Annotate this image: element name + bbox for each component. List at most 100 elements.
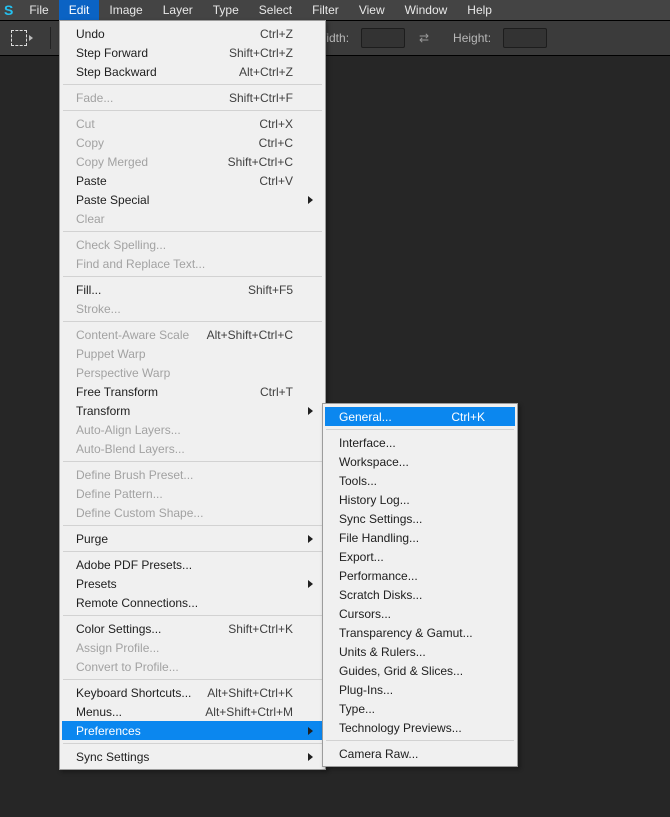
menu-item-label: Export... <box>339 550 384 564</box>
menu-item-label: Auto-Blend Layers... <box>76 442 185 456</box>
edit-dropdown-item-copy-merged: Copy MergedShift+Ctrl+C <box>62 152 323 171</box>
edit-dropdown-item-auto-align-layers: Auto-Align Layers... <box>62 420 323 439</box>
edit-dropdown-item-color-settings[interactable]: Color Settings...Shift+Ctrl+K <box>62 619 323 638</box>
edit-dropdown-item-step-forward[interactable]: Step Forward Shift+Ctrl+Z <box>62 43 323 62</box>
edit-dropdown-item-keyboard-shortcuts[interactable]: Keyboard Shortcuts...Alt+Shift+Ctrl+K <box>62 683 323 702</box>
preferences-submenu-item-history-log[interactable]: History Log... <box>325 490 515 509</box>
edit-dropdown-item-define-custom-shape: Define Custom Shape... <box>62 503 323 522</box>
menu-item-label: Define Pattern... <box>76 487 163 501</box>
chevron-right-icon <box>308 407 313 415</box>
edit-dropdown-item-paste[interactable]: PasteCtrl+V <box>62 171 323 190</box>
chevron-right-icon <box>308 727 313 735</box>
menu-item-label: Paste <box>76 174 107 188</box>
menu-item-label: General... <box>339 410 392 424</box>
edit-dropdown-item-preferences[interactable]: Preferences <box>62 721 323 740</box>
menu-item-label: Define Brush Preset... <box>76 468 193 482</box>
edit-dropdown-item-sync-settings[interactable]: Sync Settings <box>62 747 323 766</box>
preferences-submenu-item-performance[interactable]: Performance... <box>325 566 515 585</box>
preferences-submenu-item-cursors[interactable]: Cursors... <box>325 604 515 623</box>
menu-item-shortcut: Shift+Ctrl+Z <box>229 46 293 60</box>
edit-dropdown-item-fill[interactable]: Fill...Shift+F5 <box>62 280 323 299</box>
menu-filter[interactable]: Filter <box>302 0 349 20</box>
menu-item-label: Undo <box>76 27 105 41</box>
preferences-submenu-item-type[interactable]: Type... <box>325 699 515 718</box>
edit-dropdown-item-menus[interactable]: Menus...Alt+Shift+Ctrl+M <box>62 702 323 721</box>
menu-item-label: History Log... <box>339 493 410 507</box>
menu-item-label: Fill... <box>76 283 101 297</box>
menu-item-label: Menus... <box>76 705 122 719</box>
tool-marquee[interactable] <box>4 23 40 53</box>
menu-type[interactable]: Type <box>203 0 249 20</box>
edit-dropdown-item-convert-to-profile: Convert to Profile... <box>62 657 323 676</box>
menu-layer[interactable]: Layer <box>153 0 203 20</box>
height-input[interactable] <box>503 28 547 48</box>
preferences-submenu-item-transparency-gamut[interactable]: Transparency & Gamut... <box>325 623 515 642</box>
menu-help[interactable]: Help <box>457 0 502 20</box>
menu-item-label: Copy <box>76 136 104 150</box>
menu-select[interactable]: Select <box>249 0 302 20</box>
preferences-submenu-item-camera-raw[interactable]: Camera Raw... <box>325 744 515 763</box>
edit-dropdown-item-copy: CopyCtrl+C <box>62 133 323 152</box>
menu-edit[interactable]: Edit <box>59 0 100 20</box>
preferences-submenu-item-export[interactable]: Export... <box>325 547 515 566</box>
preferences-submenu-item-guides-grid-slices[interactable]: Guides, Grid & Slices... <box>325 661 515 680</box>
edit-dropdown-item-auto-blend-layers: Auto-Blend Layers... <box>62 439 323 458</box>
app-logo: S <box>2 2 19 18</box>
preferences-submenu-item-technology-previews[interactable]: Technology Previews... <box>325 718 515 737</box>
menu-item-label: Auto-Align Layers... <box>76 423 181 437</box>
menu-item-label: Convert to Profile... <box>76 660 179 674</box>
menu-image[interactable]: Image <box>99 0 152 20</box>
menu-view[interactable]: View <box>349 0 395 20</box>
chevron-right-icon <box>308 535 313 543</box>
preferences-submenu-item-interface[interactable]: Interface... <box>325 433 515 452</box>
menu-item-shortcut: Shift+Ctrl+K <box>228 622 293 636</box>
preferences-submenu-item-units-rulers[interactable]: Units & Rulers... <box>325 642 515 661</box>
toolbar-divider <box>50 27 51 49</box>
menu-item-label: Technology Previews... <box>339 721 462 735</box>
menu-item-label: Clear <box>76 212 105 226</box>
marquee-icon <box>11 30 27 46</box>
edit-dropdown-item-free-transform[interactable]: Free TransformCtrl+T <box>62 382 323 401</box>
menu-item-label: Fade... <box>76 91 113 105</box>
edit-dropdown-item-remote-connections[interactable]: Remote Connections... <box>62 593 323 612</box>
menu-item-label: Guides, Grid & Slices... <box>339 664 463 678</box>
edit-dropdown-separator <box>63 461 322 462</box>
edit-dropdown-item-cut: CutCtrl+X <box>62 114 323 133</box>
menu-item-label: Tools... <box>339 474 377 488</box>
preferences-submenu-item-workspace[interactable]: Workspace... <box>325 452 515 471</box>
menu-item-label: Check Spelling... <box>76 238 166 252</box>
menu-item-label: Preferences <box>76 724 141 738</box>
menu-window[interactable]: Window <box>395 0 458 20</box>
edit-dropdown-item-paste-special[interactable]: Paste Special <box>62 190 323 209</box>
swap-dimensions-icon[interactable]: ⇄ <box>415 29 433 47</box>
width-input[interactable] <box>361 28 405 48</box>
menu-item-label: Step Forward <box>76 46 148 60</box>
menu-item-label: Remote Connections... <box>76 596 198 610</box>
edit-dropdown-item-step-backward[interactable]: Step BackwardAlt+Ctrl+Z <box>62 62 323 81</box>
preferences-submenu-item-sync-settings[interactable]: Sync Settings... <box>325 509 515 528</box>
edit-dropdown-item-presets[interactable]: Presets <box>62 574 323 593</box>
menu-item-label: Keyboard Shortcuts... <box>76 686 191 700</box>
menu-item-label: File Handling... <box>339 531 419 545</box>
preferences-submenu-item-tools[interactable]: Tools... <box>325 471 515 490</box>
edit-dropdown-item-undo[interactable]: Undo Ctrl+Z <box>62 24 323 43</box>
edit-dropdown-separator <box>63 231 322 232</box>
edit-dropdown-item-adobe-pdf-presets[interactable]: Adobe PDF Presets... <box>62 555 323 574</box>
edit-dropdown: Undo Ctrl+Z Step Forward Shift+Ctrl+Z Step B… <box>59 20 326 770</box>
menu-file[interactable]: File <box>19 0 58 20</box>
edit-dropdown-item-purge[interactable]: Purge <box>62 529 323 548</box>
edit-dropdown-separator <box>63 110 322 111</box>
preferences-submenu-item-general[interactable]: General...Ctrl+K <box>325 407 515 426</box>
preferences-submenu-item-file-handling[interactable]: File Handling... <box>325 528 515 547</box>
preferences-submenu-item-scratch-disks[interactable]: Scratch Disks... <box>325 585 515 604</box>
preferences-submenu-item-plug-ins[interactable]: Plug-Ins... <box>325 680 515 699</box>
menu-item-label: Content-Aware Scale <box>76 328 189 342</box>
menu-item-shortcut: Ctrl+T <box>260 385 293 399</box>
edit-dropdown-item-find-and-replace-text: Find and Replace Text... <box>62 254 323 273</box>
menu-item-shortcut: Shift+Ctrl+C <box>228 155 293 169</box>
chevron-right-icon <box>308 196 313 204</box>
menu-item-label: Step Backward <box>76 65 157 79</box>
menu-item-label: Units & Rulers... <box>339 645 426 659</box>
edit-dropdown-item-transform[interactable]: Transform <box>62 401 323 420</box>
menu-item-shortcut: Ctrl+Z <box>260 27 293 41</box>
